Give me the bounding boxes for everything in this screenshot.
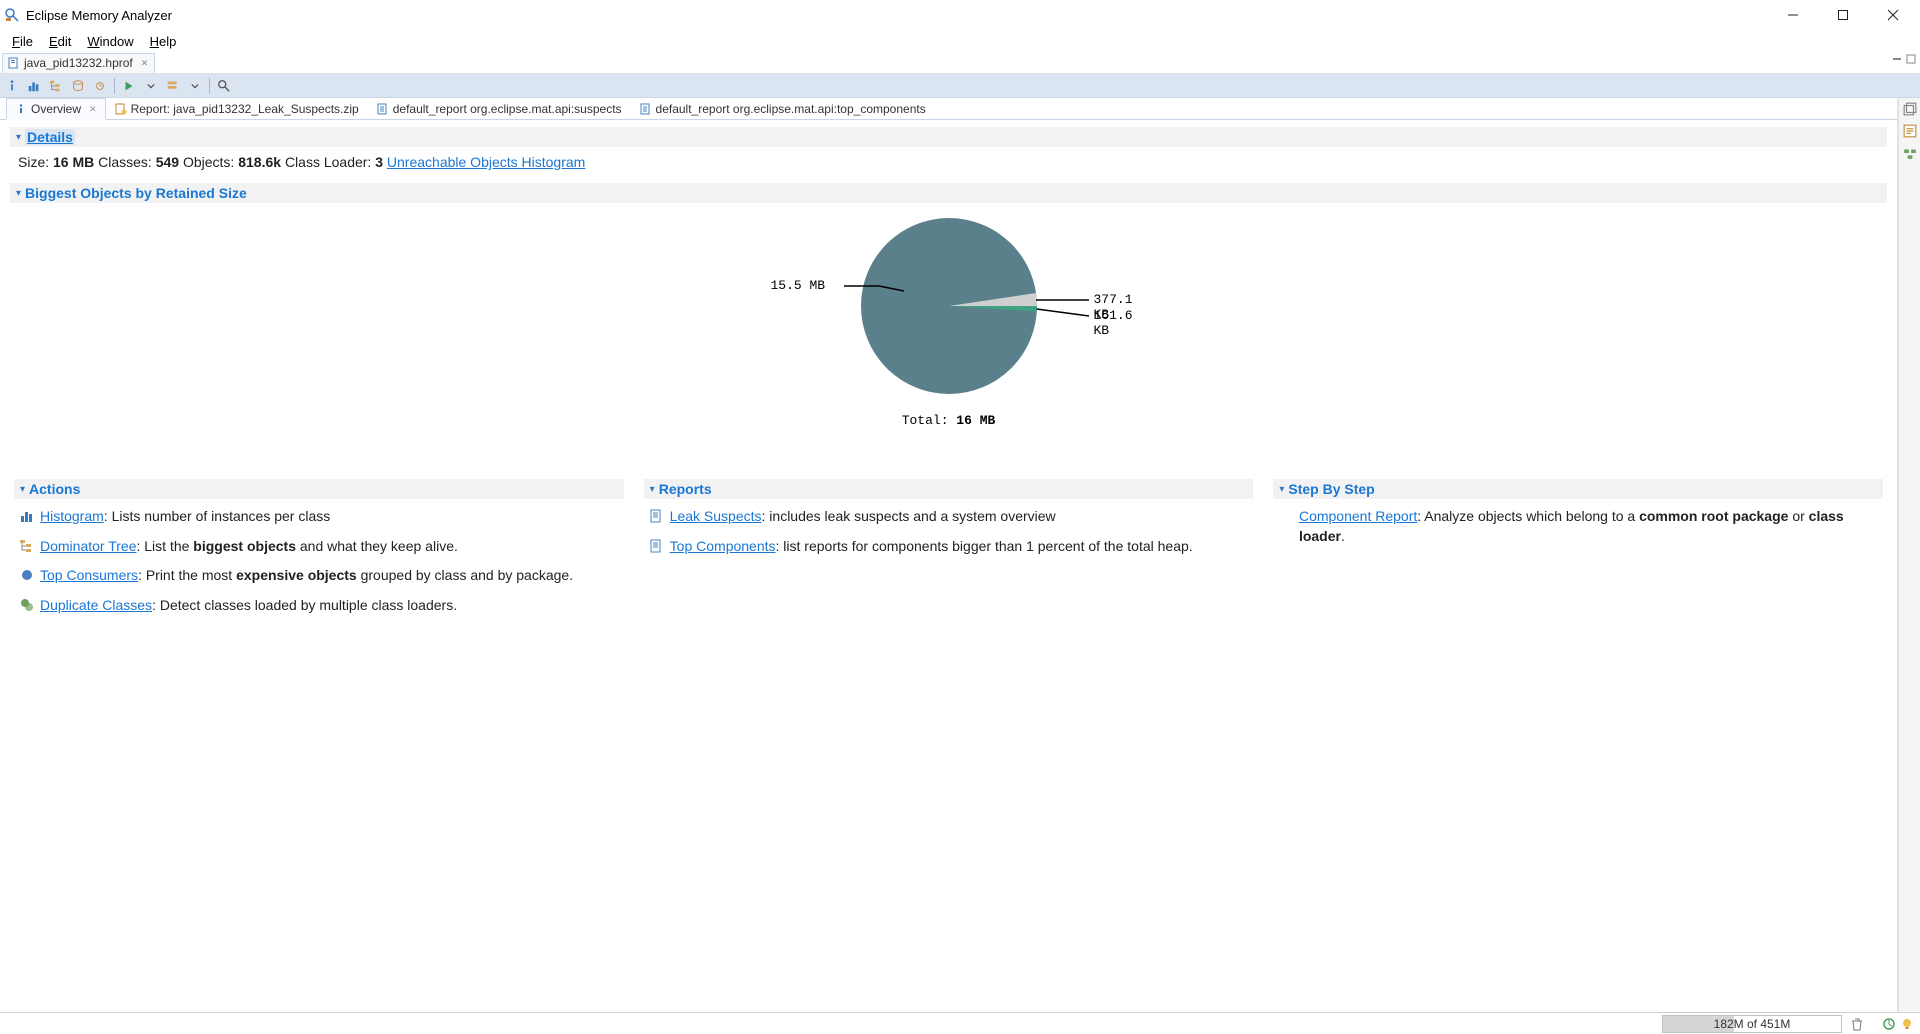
tab-label: default_report org.eclipse.mat.api:top_c… [656,102,926,116]
thread-icon[interactable] [92,78,108,94]
report-leak-suspects: Leak Suspects: includes leak suspects an… [650,507,1248,527]
action-duplicate-classes: Duplicate Classes: Detect classes loaded… [20,596,618,616]
status-bar: 182M of 451M [0,1012,1920,1034]
title-bar: Eclipse Memory Analyzer [0,0,1920,30]
section-reports[interactable]: ▾ Reports [644,479,1254,499]
app-icon [4,7,20,23]
pie-total: Total: 16 MB [749,413,1149,428]
menu-window[interactable]: Window [81,34,139,49]
heap-meter[interactable]: 182M of 451M [1662,1015,1842,1033]
menu-bar: Filedocument.currentScript.previousEleme… [0,30,1920,52]
editor-tab[interactable]: java_pid13232.hprof ✕ [2,53,155,73]
top-components-link[interactable]: Top Components [670,538,776,554]
nav-icon[interactable] [1903,146,1917,160]
oql-icon[interactable] [70,78,86,94]
dropdown-icon[interactable] [143,78,159,94]
stepby-column: ▾ Step By Step Component Report: Analyze… [1273,476,1883,625]
step-component-report: Component Report: Analyze objects which … [1279,507,1877,546]
section-actions[interactable]: ▾ Actions [14,479,624,499]
heap-meter-label: 182M of 451M [1663,1016,1841,1032]
updates-icon[interactable] [1882,1017,1896,1031]
action-top-consumers: Top Consumers: Print the most expensive … [20,566,618,586]
editor-tab-strip: java_pid13232.hprof ✕ [0,52,1920,74]
close-tab-icon[interactable]: ✕ [89,104,97,115]
menu-file[interactable]: Filedocument.currentScript.previousEleme… [6,34,39,49]
dominator-link[interactable]: Dominator Tree [40,538,136,554]
tab-overview[interactable]: Overview ✕ [6,98,106,120]
heap-summary: Size: 16 MB Classes: 549 Objects: 818.6k… [10,150,1887,180]
actions-column: ▾ Actions Histogram: Lists number of ins… [14,476,624,625]
tab-label: Overview [31,102,81,116]
report-icon [640,103,652,115]
tab-label: default_report org.eclipse.mat.api:suspe… [393,102,622,116]
section-stepby[interactable]: ▾ Step By Step [1273,479,1883,499]
menu-help[interactable]: Help [144,34,183,49]
report-icon [650,509,664,523]
restore-icon[interactable] [1903,102,1917,116]
section-details[interactable]: ▾ Details [10,127,1887,147]
section-label: Details [25,129,75,145]
bars-icon [20,509,34,523]
action-histogram: Histogram: Lists number of instances per… [20,507,618,527]
window-title: Eclipse Memory Analyzer [26,8,1782,23]
top-consumers-link[interactable]: Top Consumers [40,567,138,583]
duplicate-link[interactable]: Duplicate Classes [40,597,152,613]
gc-icon[interactable] [1850,1017,1864,1031]
reports-column: ▾ Reports Leak Suspects: includes leak s… [644,476,1254,625]
tab-leak-report[interactable]: Report: java_pid13232_Leak_Suspects.zip [106,98,368,119]
menu-edit[interactable]: Edit [43,34,77,49]
section-label: Reports [659,481,712,497]
unreachable-link[interactable]: Unreachable Objects Histogram [387,154,585,170]
minimize-button[interactable] [1782,4,1804,26]
histogram-icon[interactable] [26,78,42,94]
section-label: Step By Step [1288,481,1374,497]
toolbar [0,74,1920,98]
pie-label-3: 161.6 KB [1094,308,1149,338]
expand-icon: ▾ [16,132,21,143]
minimize-view-icon[interactable] [1892,54,1902,64]
notes-icon[interactable] [1903,124,1917,138]
report-top-components: Top Components: list reports for compone… [650,537,1248,557]
query-icon[interactable] [165,78,181,94]
close-tab-icon[interactable]: ✕ [141,58,149,69]
report-icon [115,103,127,115]
maximize-button[interactable] [1832,4,1854,26]
run-report-icon[interactable] [121,78,137,94]
report-icon [650,539,664,553]
report-icon [377,103,389,115]
expand-icon: ▾ [16,188,21,199]
inner-tab-strip: Overview ✕ Report: java_pid13232_Leak_Su… [0,98,1897,120]
info-icon[interactable] [4,78,20,94]
section-label: Biggest Objects by Retained Size [25,185,247,201]
expand-icon: ▾ [1279,484,1284,495]
overview-content: ▾ Details Size: 16 MB Classes: 549 Objec… [0,120,1897,1012]
expand-icon: ▾ [650,484,655,495]
tree-icon[interactable] [48,78,64,94]
section-biggest-objects[interactable]: ▾ Biggest Objects by Retained Size [10,183,1887,203]
section-label: Actions [29,481,80,497]
search-icon[interactable] [216,78,232,94]
close-button[interactable] [1882,4,1904,26]
tab-label: Report: java_pid13232_Leak_Suspects.zip [131,102,359,116]
histogram-link[interactable]: Histogram [40,508,104,524]
leak-suspects-link[interactable]: Leak Suspects [670,508,762,524]
editor-tab-label: java_pid13232.hprof [24,56,133,70]
dot-icon [20,568,34,582]
dropdown-icon[interactable] [187,78,203,94]
file-icon [8,57,20,69]
tree-icon [20,539,34,553]
component-report-link[interactable]: Component Report [1299,508,1417,524]
expand-icon: ▾ [20,484,25,495]
tip-icon[interactable] [1900,1017,1914,1031]
right-trim [1898,98,1920,1012]
maximize-view-icon[interactable] [1906,54,1916,64]
action-dominator: Dominator Tree: List the biggest objects… [20,537,618,557]
tab-suspects[interactable]: default_report org.eclipse.mat.api:suspe… [368,98,631,119]
tab-top-components[interactable]: default_report org.eclipse.mat.api:top_c… [631,98,935,119]
pie-chart: 15.5 MB 377.1 KB 161.6 KB Total: 16 MB [10,206,1887,436]
info-icon [15,103,27,115]
duplicate-icon [20,598,34,612]
pie-label-main: 15.5 MB [771,278,826,293]
